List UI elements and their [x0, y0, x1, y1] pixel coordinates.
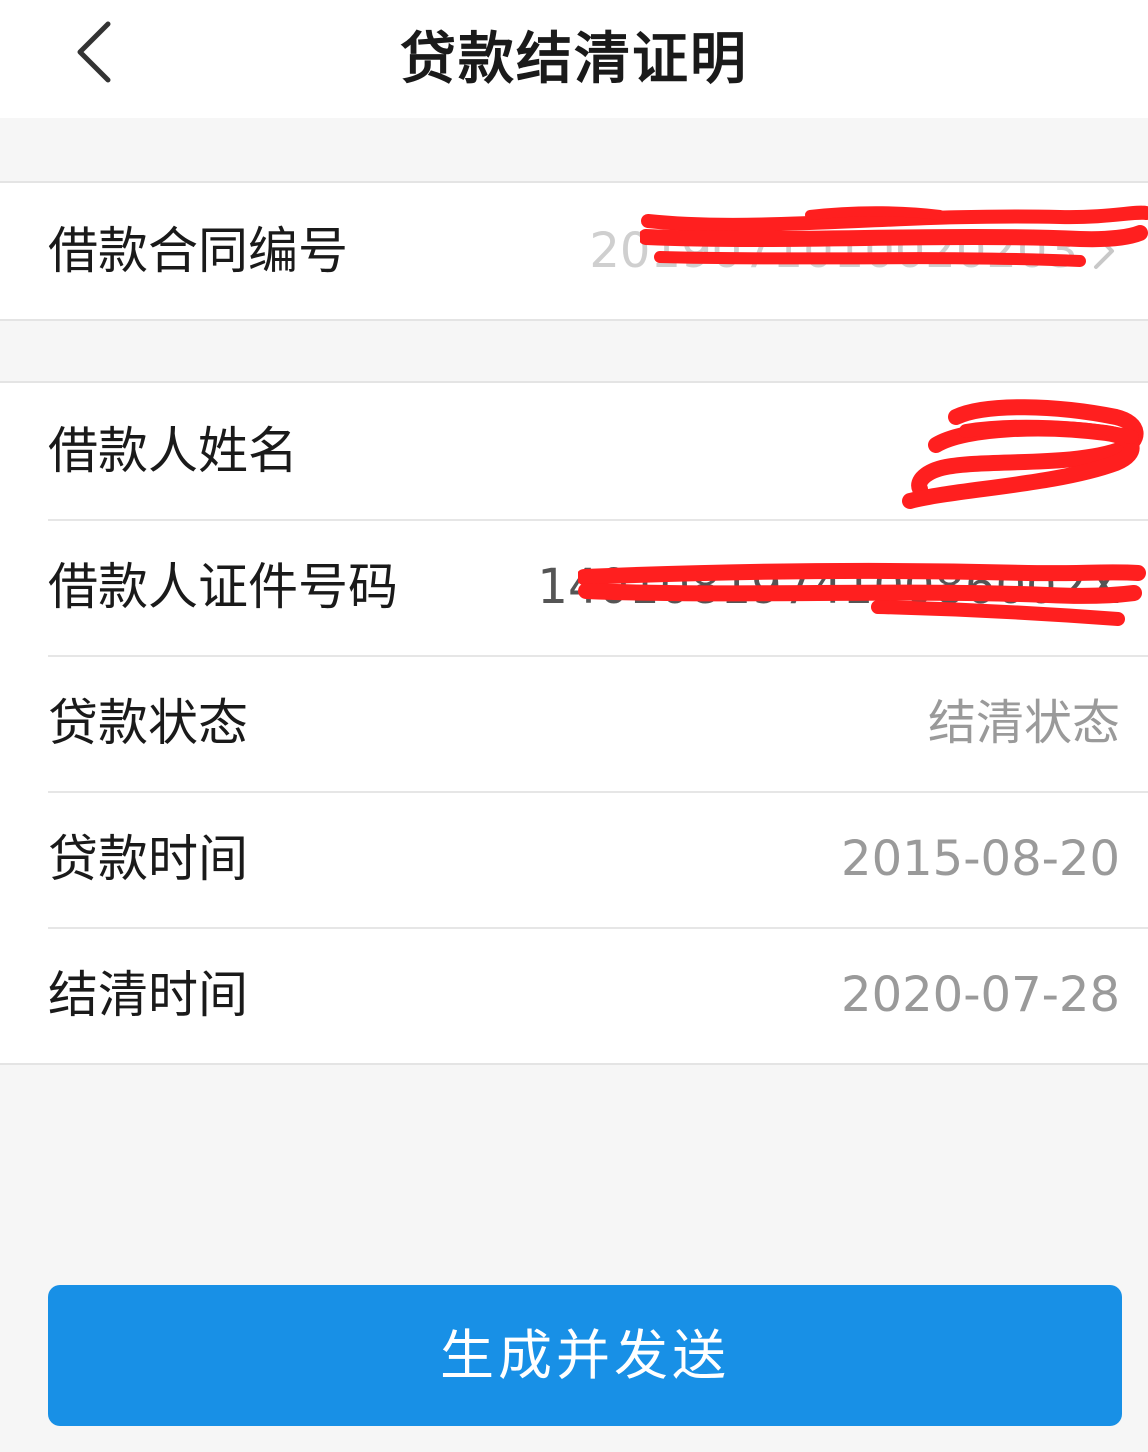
borrower-id-row: 借款人证件号码 140108197410086002X [0, 519, 1148, 655]
borrower-id-value: 140108197410086002X [537, 559, 1120, 615]
chevron-right-icon [1094, 233, 1114, 269]
loan-status-label: 贷款状态 [48, 694, 248, 752]
loan-details-section: 借款人姓名 借款人证件号码 140108197410086002X 贷款状态 结… [0, 381, 1148, 1065]
contract-number-value: 2019071010020203 [589, 223, 1078, 279]
borrower-id-label: 借款人证件号码 [48, 558, 398, 616]
settlement-date-label: 结清时间 [48, 966, 248, 1024]
loan-status-row: 贷款状态 结清状态 [0, 655, 1148, 791]
generate-and-send-button[interactable]: 生成并发送 [48, 1285, 1122, 1426]
settlement-date-row: 结清时间 2020-07-28 [0, 927, 1148, 1063]
contract-section: 借款合同编号 2019071010020203 [0, 181, 1148, 321]
page-title: 贷款结清证明 [400, 27, 748, 92]
contract-number-label: 借款合同编号 [48, 222, 348, 280]
loan-date-row: 贷款时间 2015-08-20 [0, 791, 1148, 927]
loan-date-value: 2015-08-20 [841, 831, 1120, 887]
borrower-name-row: 借款人姓名 [0, 383, 1148, 519]
redaction-scribble [902, 399, 1144, 509]
borrower-name-label: 借款人姓名 [48, 422, 298, 480]
nav-bar: 贷款结清证明 [0, 0, 1148, 118]
settlement-date-value: 2020-07-28 [841, 967, 1120, 1023]
loan-status-value: 结清状态 [927, 695, 1120, 751]
contract-number-row[interactable]: 借款合同编号 2019071010020203 [0, 183, 1148, 319]
loan-date-label: 贷款时间 [48, 830, 248, 888]
